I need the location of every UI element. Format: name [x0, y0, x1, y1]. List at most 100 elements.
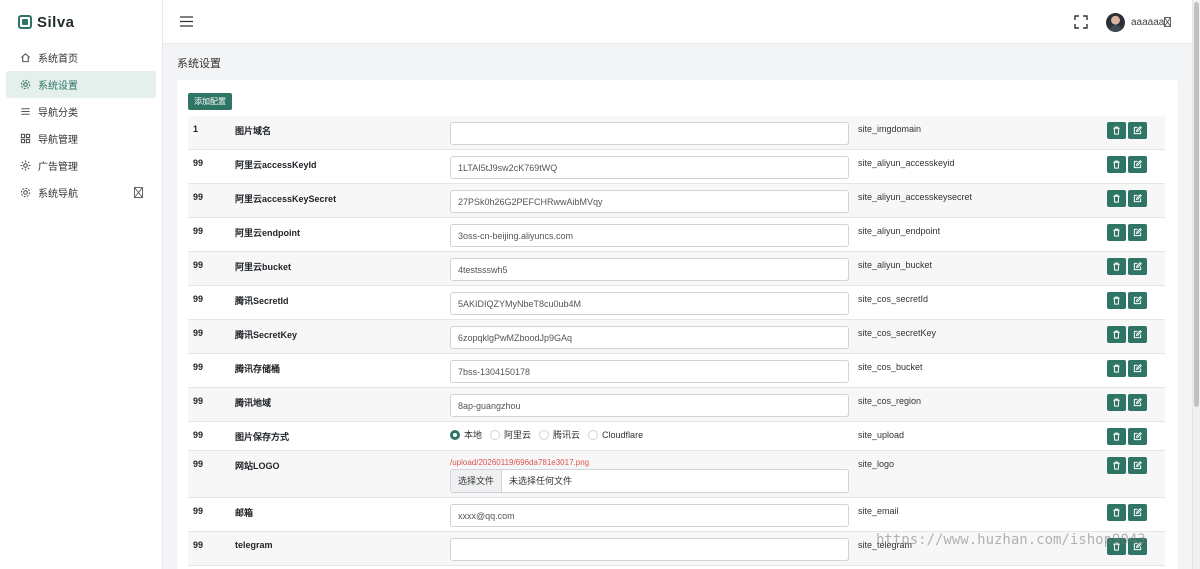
row-sort: 99	[193, 158, 204, 168]
delete-button[interactable]	[1107, 428, 1126, 445]
row-actions	[1107, 190, 1147, 207]
page-scrollbar[interactable]	[1192, 0, 1200, 569]
brand-logo-icon	[18, 15, 32, 29]
row-label: 阿里云bucket	[235, 262, 292, 272]
watermark: https://www.huzhan.com/ishop9043	[876, 532, 1146, 548]
edit-button[interactable]	[1128, 457, 1147, 474]
edit-button[interactable]	[1128, 292, 1147, 309]
row-key: site_aliyun_bucket	[858, 260, 933, 270]
table-row: 99 图片保存方式 本地 阿里云 腾讯云 Cloudflare site_upl…	[188, 422, 1165, 451]
delete-button[interactable]	[1107, 224, 1126, 241]
radio-aliyun[interactable]: 阿里云	[490, 428, 531, 441]
row-sort: 1	[193, 124, 199, 134]
config-value-input[interactable]	[450, 190, 849, 213]
row-actions	[1107, 122, 1147, 139]
sidebar-item-home[interactable]: 系统首页	[6, 44, 156, 71]
hamburger-menu-icon[interactable]	[180, 16, 193, 27]
table-row: 99 腾讯SecretKey site_cos_secretKey	[188, 320, 1165, 354]
fullscreen-icon[interactable]	[1074, 15, 1088, 29]
delete-button[interactable]	[1107, 190, 1126, 207]
row-label: 腾讯存储桶	[235, 364, 281, 374]
edit-button[interactable]	[1128, 504, 1147, 521]
config-value-input[interactable]	[450, 326, 849, 349]
edit-icon	[1133, 508, 1142, 517]
broken-glyph-icon[interactable]	[1164, 17, 1171, 27]
row-label: 腾讯地域	[235, 398, 272, 408]
config-value-input[interactable]	[450, 360, 849, 383]
radio-checked-icon	[450, 429, 460, 440]
row-actions	[1107, 292, 1147, 309]
row-key: site_cos_secretId	[858, 294, 929, 304]
row-key: site_cos_secretKey	[858, 328, 937, 338]
radio-tencent[interactable]: 腾讯云	[539, 428, 580, 441]
logo-file-input[interactable]: 选择文件 未选择任何文件	[450, 469, 849, 493]
delete-button[interactable]	[1107, 394, 1126, 411]
delete-button[interactable]	[1107, 457, 1126, 474]
sun-icon	[19, 160, 31, 172]
radio-local[interactable]: 本地	[450, 428, 482, 441]
delete-button[interactable]	[1107, 360, 1126, 377]
sidebar-item-settings[interactable]: 系统设置	[6, 71, 156, 98]
edit-button[interactable]	[1128, 360, 1147, 377]
config-value-input[interactable]	[450, 394, 849, 417]
edit-icon	[1133, 330, 1142, 339]
config-value-input[interactable]	[450, 122, 849, 145]
row-actions	[1107, 326, 1147, 343]
email-field[interactable]	[450, 504, 849, 527]
choose-file-button[interactable]: 选择文件	[451, 470, 503, 492]
edit-icon	[1133, 228, 1142, 237]
edit-button[interactable]	[1128, 258, 1147, 275]
row-sort: 99	[193, 396, 204, 406]
table-row: 99 腾讯存储桶 site_cos_bucket	[188, 354, 1165, 388]
sidebar-item-nav-manage[interactable]: 导航管理	[6, 125, 156, 152]
row-sort: 99	[193, 226, 204, 236]
delete-button[interactable]	[1107, 156, 1126, 173]
edit-icon	[1133, 364, 1142, 373]
config-value-input[interactable]	[450, 292, 849, 315]
sidebar-item-ads[interactable]: 广告管理	[6, 152, 156, 179]
sidebar-item-system-nav[interactable]: 系统导航	[6, 179, 156, 206]
table-row: 99 阿里云bucket site_aliyun_bucket	[188, 252, 1165, 286]
row-sort: 99	[193, 328, 204, 338]
sidebar-item-nav-category[interactable]: 导航分类	[6, 98, 156, 125]
gear-icon	[19, 79, 31, 91]
scrollbar-thumb[interactable]	[1194, 2, 1199, 407]
row-key: site_email	[858, 506, 899, 516]
table-row: 99 腾讯地域 site_cos_region	[188, 388, 1165, 422]
user-name[interactable]: aaaaaa	[1131, 17, 1164, 28]
delete-button[interactable]	[1107, 292, 1126, 309]
brand[interactable]: Silva	[0, 0, 162, 44]
telegram-field[interactable]	[450, 538, 849, 561]
radio-label: Cloudflare	[602, 429, 644, 440]
config-value-input[interactable]	[450, 224, 849, 247]
edit-button[interactable]	[1128, 224, 1147, 241]
avatar[interactable]	[1106, 13, 1125, 32]
sidebar-item-label: 导航分类	[38, 108, 78, 119]
radio-cloudflare[interactable]: Cloudflare	[588, 429, 644, 440]
list-icon	[19, 106, 31, 118]
row-key: site_imgdomain	[858, 124, 922, 134]
edit-button[interactable]	[1128, 156, 1147, 173]
row-sort: 99	[193, 506, 204, 516]
delete-button[interactable]	[1107, 326, 1126, 343]
row-key: site_aliyun_endpoint	[858, 226, 941, 236]
edit-button[interactable]	[1128, 190, 1147, 207]
config-value-input[interactable]	[450, 258, 849, 281]
delete-button[interactable]	[1107, 258, 1126, 275]
radio-label: 阿里云	[504, 430, 532, 440]
gear-icon	[19, 187, 31, 199]
row-key: site_upload	[858, 430, 905, 440]
logo-path[interactable]: /upload/20260119/696da781e3017.png	[450, 458, 589, 467]
delete-button[interactable]	[1107, 504, 1126, 521]
row-label: 图片保存方式	[235, 432, 290, 442]
edit-button[interactable]	[1128, 122, 1147, 139]
radio-unchecked-icon	[539, 429, 550, 440]
table-row: 99 邮箱 site_email	[188, 498, 1165, 532]
edit-button[interactable]	[1128, 394, 1147, 411]
delete-button[interactable]	[1107, 122, 1126, 139]
edit-button[interactable]	[1128, 428, 1147, 445]
config-value-input[interactable]	[450, 156, 849, 179]
edit-button[interactable]	[1128, 326, 1147, 343]
table-row: 1 图片域名 site_imgdomain	[188, 116, 1165, 150]
add-config-button[interactable]: 添加配置	[188, 93, 232, 110]
